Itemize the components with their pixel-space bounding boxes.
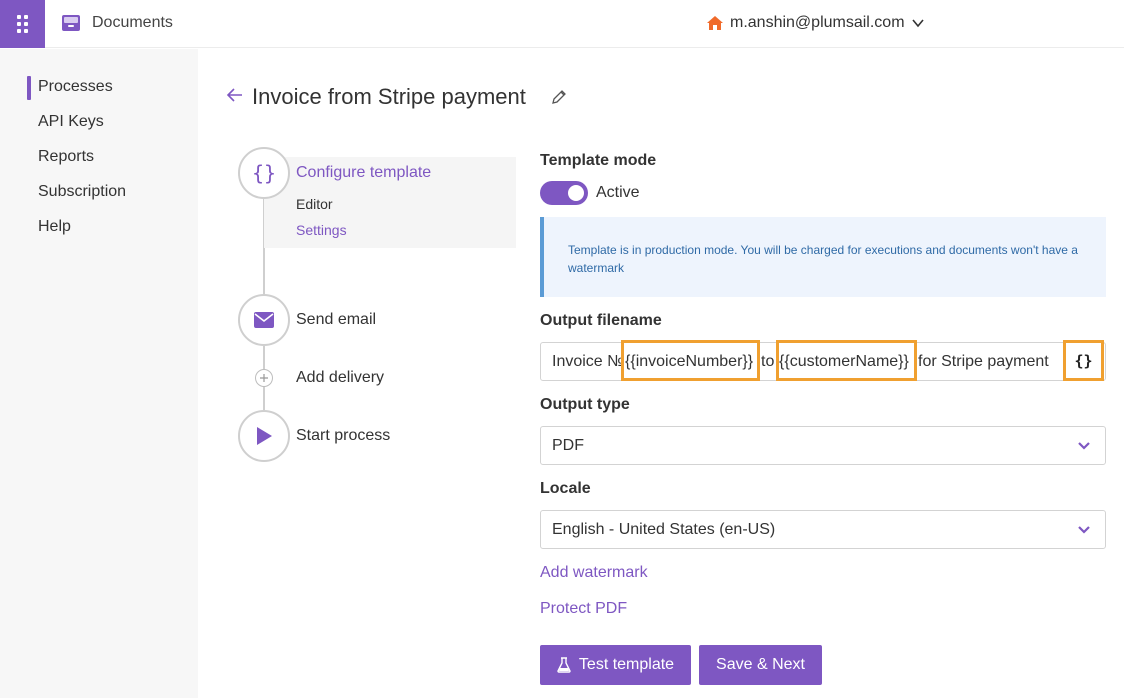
configure-step-circle[interactable]: {} xyxy=(238,147,290,199)
output-type-value: PDF xyxy=(552,437,584,454)
page-title: Invoice from Stripe payment xyxy=(252,84,526,109)
add-delivery-plus[interactable] xyxy=(255,369,273,387)
test-template-label: Test template xyxy=(578,656,675,673)
add-watermark-link[interactable]: Add watermark xyxy=(540,564,648,582)
save-next-label: Save & Next xyxy=(716,656,805,673)
app-launcher-button[interactable] xyxy=(0,0,45,48)
user-email: m.anshin@plumsail.com xyxy=(730,14,905,31)
locale-value: English - United States (en-US) xyxy=(552,521,776,538)
test-template-button[interactable]: Test template xyxy=(540,645,691,685)
braces-icon: {} xyxy=(1074,351,1093,370)
sidebar-item-reports[interactable]: Reports xyxy=(38,148,94,166)
filename-segment: Invoice № xyxy=(552,353,625,370)
envelope-icon xyxy=(254,312,274,328)
step-configure-template[interactable]: Configure template xyxy=(296,164,431,182)
highlight-invoice-number xyxy=(621,340,760,381)
save-next-button[interactable]: Save & Next xyxy=(699,645,822,685)
template-mode-state: Active xyxy=(596,184,640,201)
flask-icon xyxy=(557,657,571,673)
grid-icon xyxy=(17,15,28,33)
output-type-label: Output type xyxy=(540,396,630,413)
sidebar-item-processes[interactable]: Processes xyxy=(38,78,113,96)
output-filename-label: Output filename xyxy=(540,312,662,329)
send-email-step-circle[interactable] xyxy=(238,294,290,346)
sidebar-item-help[interactable]: Help xyxy=(38,218,71,236)
filename-segment: to xyxy=(761,353,775,370)
app-brand[interactable]: Documents xyxy=(60,12,173,34)
step-send-email[interactable]: Send email xyxy=(296,311,376,329)
home-icon xyxy=(707,16,723,30)
protect-pdf-link[interactable]: Protect PDF xyxy=(540,600,627,618)
chevron-down-icon xyxy=(911,19,924,28)
sidebar-item-api-keys[interactable]: API Keys xyxy=(38,113,104,131)
highlight-customer-name xyxy=(776,340,917,381)
app-name: Documents xyxy=(92,14,173,31)
start-process-step-circle[interactable] xyxy=(238,410,290,462)
production-info-banner: Template is in production mode. You will… xyxy=(540,217,1106,297)
chevron-down-icon xyxy=(1078,442,1090,450)
back-arrow-icon[interactable] xyxy=(226,86,244,104)
locale-label: Locale xyxy=(540,480,591,497)
top-bar: Documents m.anshin@plumsail.com xyxy=(0,0,1124,48)
step-start-process[interactable]: Start process xyxy=(296,427,390,445)
play-icon xyxy=(257,427,272,445)
sidebar-item-subscription[interactable]: Subscription xyxy=(38,183,126,201)
filename-segment: for Stripe payment xyxy=(918,353,1049,370)
user-menu[interactable]: m.anshin@plumsail.com xyxy=(706,14,925,32)
step-sub-settings[interactable]: Settings xyxy=(296,222,347,238)
insert-token-button[interactable]: {} xyxy=(1063,340,1104,381)
braces-icon: {} xyxy=(251,161,277,185)
sidebar: Processes API Keys Reports Subscription … xyxy=(0,49,198,698)
output-type-select[interactable]: PDF xyxy=(540,426,1106,465)
template-mode-toggle[interactable] xyxy=(540,181,588,205)
template-mode-label: Template mode xyxy=(540,152,657,169)
documents-box-icon xyxy=(62,15,80,31)
step-add-delivery[interactable]: Add delivery xyxy=(296,369,384,387)
chevron-down-icon xyxy=(1078,526,1090,534)
step-sub-editor[interactable]: Editor xyxy=(296,196,333,212)
locale-select[interactable]: English - United States (en-US) xyxy=(540,510,1106,549)
active-indicator xyxy=(27,76,31,100)
toggle-knob xyxy=(568,185,584,201)
edit-pencil-icon[interactable] xyxy=(550,88,568,106)
plus-icon xyxy=(260,374,268,382)
